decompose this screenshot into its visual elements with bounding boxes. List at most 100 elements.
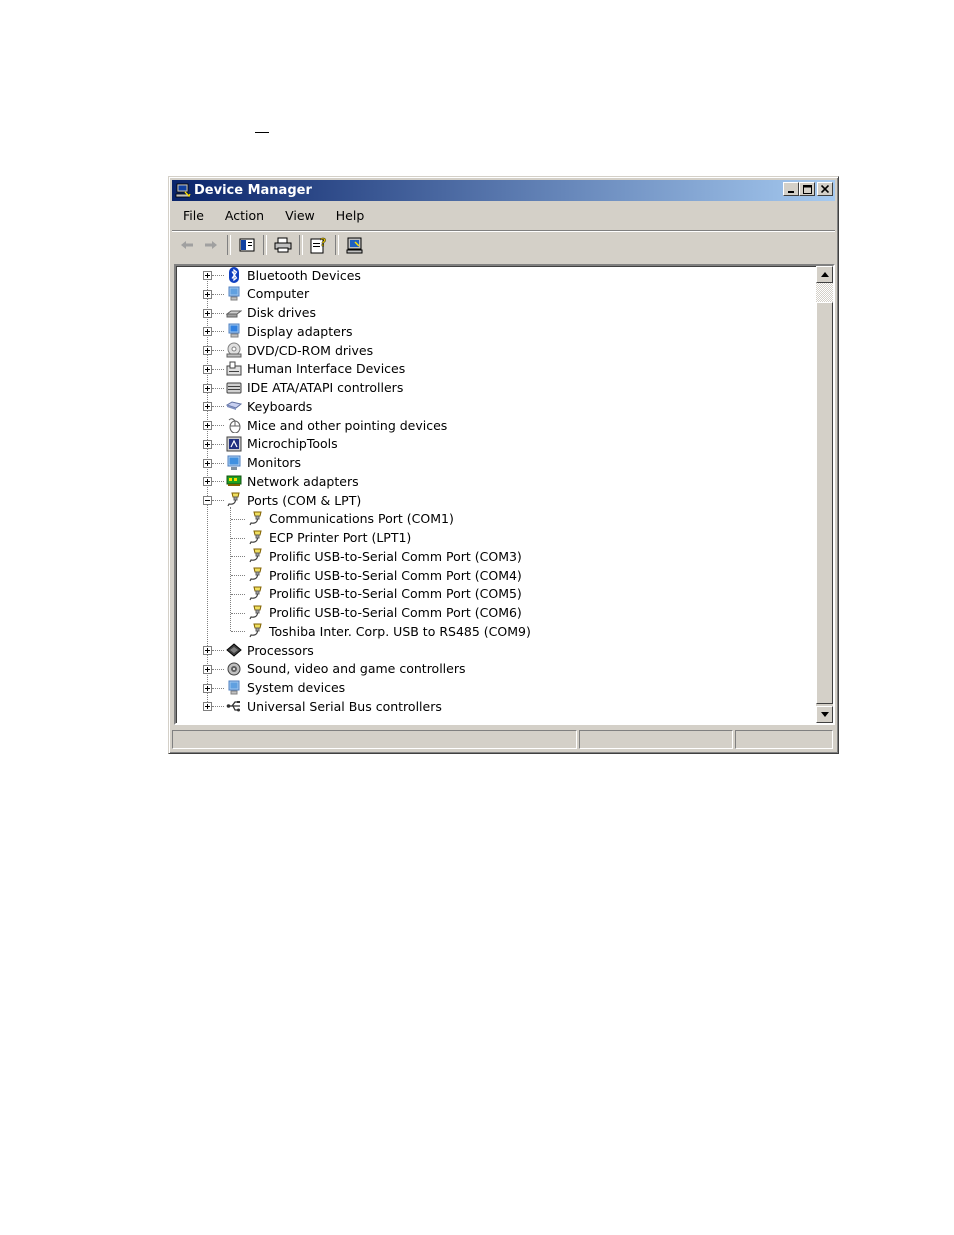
expand-toggle[interactable]: [203, 477, 212, 487]
tree-connector-line: [212, 350, 224, 352]
expand-toggle[interactable]: [203, 402, 212, 412]
tree-connector-line: [212, 462, 224, 465]
menu-action[interactable]: Action: [213, 208, 273, 223]
tree-connector-line: [212, 650, 224, 652]
tree-category[interactable]: Universal Serial Bus controllers: [226, 697, 442, 715]
device-manager-window: Device Manager File Action View Help ? B…: [168, 176, 839, 754]
expand-toggle[interactable]: [203, 664, 212, 674]
toolbar-separator: [227, 235, 231, 255]
menu-help[interactable]: Help: [324, 208, 374, 223]
tree-connector-line: [231, 631, 245, 633]
update-driver-button[interactable]: [343, 234, 367, 256]
tree-device[interactable]: Prolific USB-to-Serial Comm Port (COM5): [248, 585, 522, 603]
close-button[interactable]: [817, 182, 833, 196]
tree-device[interactable]: Toshiba Inter. Corp. USB to RS485 (COM9): [248, 622, 531, 640]
network-adapter-icon: [226, 475, 242, 487]
vertical-scrollbar[interactable]: [816, 266, 833, 723]
tree-connector-line: [207, 275, 209, 707]
forward-button[interactable]: [199, 234, 223, 256]
expand-toggle[interactable]: [203, 683, 212, 693]
expand-toggle[interactable]: [203, 421, 212, 430]
expand-toggle[interactable]: [203, 458, 212, 468]
tree-label: Bluetooth Devices: [247, 267, 361, 283]
forward-icon: [205, 241, 217, 249]
print-button[interactable]: [271, 234, 295, 256]
expand-toggle[interactable]: [203, 383, 212, 393]
expand-toggle[interactable]: [203, 646, 212, 655]
processor-icon: [226, 643, 242, 657]
collapse-toggle[interactable]: [203, 496, 212, 505]
minimize-button[interactable]: [783, 182, 799, 196]
tree-connector-line: [212, 443, 224, 446]
tree-connector-line: [231, 612, 245, 615]
expand-toggle[interactable]: [203, 364, 212, 374]
tree-category[interactable]: Ports (COM & LPT): [226, 491, 361, 509]
tree-label: Disk drives: [247, 305, 316, 320]
properties-icon: ?: [310, 236, 327, 254]
tree-connector-line: [212, 481, 224, 483]
expand-toggle[interactable]: [203, 289, 212, 299]
properties-button[interactable]: ?: [307, 234, 331, 256]
tree-connector-line: [231, 575, 245, 577]
tree-label: Prolific USB-to-Serial Comm Port (COM6): [269, 605, 522, 620]
tree-label: Processors: [247, 642, 314, 658]
tree-category[interactable]: MicrochipTools: [226, 435, 338, 453]
toolbar-separator: [299, 235, 303, 255]
expand-toggle[interactable]: [203, 439, 212, 449]
expand-toggle[interactable]: [203, 327, 212, 337]
expand-toggle[interactable]: [203, 271, 212, 280]
tree-device[interactable]: Communications Port (COM1): [248, 510, 454, 528]
tree-device[interactable]: ECP Printer Port (LPT1): [248, 529, 411, 547]
device-manager-icon: [175, 183, 191, 197]
disk-drive-icon: [226, 310, 242, 317]
tree-label: Mice and other pointing devices: [247, 417, 448, 433]
tree-label: IDE ATA/ATAPI controllers: [247, 380, 404, 395]
tree-device[interactable]: Prolific USB-to-Serial Comm Port (COM3): [248, 547, 522, 565]
expand-toggle[interactable]: [203, 308, 212, 318]
down-arrow-icon: [820, 712, 829, 717]
tree-category[interactable]: DVD/CD-ROM drives: [226, 341, 373, 359]
title-bar[interactable]: Device Manager: [172, 180, 835, 201]
tree-label: MicrochipTools: [247, 436, 338, 452]
tree-label: Display adapters: [247, 323, 353, 339]
menu-view[interactable]: View: [273, 208, 324, 223]
menu-file[interactable]: File: [172, 208, 213, 223]
tree-category[interactable]: Processors: [226, 641, 314, 659]
tree-connector-line: [212, 293, 224, 296]
back-icon: [181, 241, 193, 249]
tree-category[interactable]: Keyboards: [226, 397, 312, 415]
tree-connector-line: [231, 556, 245, 558]
tree-label: Prolific USB-to-Serial Comm Port (COM5): [269, 586, 522, 602]
scroll-down-button[interactable]: [816, 706, 833, 723]
tree-device[interactable]: Prolific USB-to-Serial Comm Port (COM4): [248, 566, 522, 584]
tree-device[interactable]: Prolific USB-to-Serial Comm Port (COM6): [248, 604, 522, 622]
tree-category[interactable]: System devices: [226, 679, 345, 697]
tree-category[interactable]: Mice and other pointing devices: [226, 416, 447, 434]
tree-label: Ports (COM & LPT): [247, 492, 362, 508]
print-icon: [274, 237, 292, 253]
tree-category[interactable]: Disk drives: [226, 304, 316, 322]
monitor-icon: [227, 455, 241, 470]
scroll-track[interactable]: [816, 283, 833, 302]
tree-connector-line: [212, 331, 224, 333]
tree-category[interactable]: Human Interface Devices: [226, 360, 405, 378]
tree-category[interactable]: Sound, video and game controllers: [226, 660, 466, 678]
status-bar: [172, 730, 835, 751]
scroll-thumb[interactable]: [816, 302, 833, 704]
maximize-button[interactable]: [799, 182, 815, 196]
tree-category[interactable]: Bluetooth Devices: [226, 266, 361, 284]
expand-toggle[interactable]: [203, 702, 212, 712]
tree-connector-line: [212, 706, 224, 708]
show-hide-tree-button[interactable]: [235, 234, 259, 256]
expand-toggle[interactable]: [203, 346, 212, 355]
tree-connector-line: [212, 425, 224, 427]
tree-category[interactable]: Network adapters: [226, 472, 359, 490]
tree-category[interactable]: Display adapters: [226, 322, 352, 340]
tree-label: Communications Port (COM1): [269, 511, 454, 527]
scroll-up-button[interactable]: [816, 266, 833, 283]
tree-label: System devices: [247, 680, 346, 695]
tree-category[interactable]: Monitors: [226, 454, 301, 472]
back-button[interactable]: [175, 234, 199, 256]
tree-category[interactable]: Computer: [226, 285, 309, 303]
tree-category[interactable]: IDE ATA/ATAPI controllers: [226, 379, 403, 397]
